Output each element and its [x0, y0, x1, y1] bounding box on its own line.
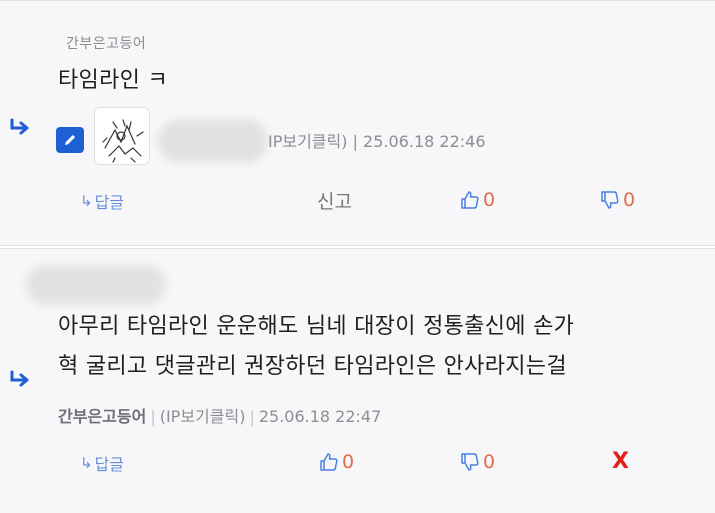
- delete-button[interactable]: X: [612, 449, 629, 474]
- dislike-button[interactable]: 0: [599, 189, 635, 211]
- comment-body-line-1: 아무리 타임라인 운운해도 님네 대장이 정통출신에 손가: [58, 314, 575, 339]
- reply-button[interactable]: ↳ 답글: [80, 189, 124, 213]
- reply-label: 답글: [94, 455, 125, 474]
- comment-date: 25.06.18 22:47: [258, 407, 382, 426]
- like-count: 0: [342, 451, 355, 473]
- replied-to-author[interactable]: 간부은고등어: [66, 33, 146, 53]
- avatar[interactable]: [94, 107, 150, 165]
- redacted-nickname: [158, 119, 268, 163]
- dislike-count: 0: [623, 189, 636, 211]
- comment-body-line-2: 혁 굴리고 댓글관리 권장하던 타임라인은 안사라지는걸: [58, 354, 567, 379]
- redacted-header: [26, 265, 166, 305]
- separator: |: [150, 407, 156, 426]
- dislike-count: 0: [483, 451, 496, 473]
- reply-label: 답글: [94, 193, 125, 212]
- dislike-button[interactable]: 0: [459, 451, 495, 473]
- edit-icon[interactable]: [56, 127, 84, 153]
- comment-body: 아무리 타임라인 운운해도 님네 대장이 정통출신에 손가 혁 굴리고 댓글관리…: [58, 307, 688, 387]
- thumbs-down-icon: [601, 191, 619, 209]
- like-button[interactable]: 0: [318, 451, 354, 473]
- comment-body: 타임라인 ㅋ: [58, 68, 168, 93]
- like-button[interactable]: 0: [459, 189, 495, 211]
- thumbs-up-icon: [461, 191, 479, 209]
- reply-button[interactable]: ↳ 답글: [80, 451, 124, 475]
- reply-small-icon: ↳: [80, 192, 93, 210]
- reply-small-icon: ↳: [80, 454, 93, 472]
- thumbs-up-icon: [320, 453, 338, 471]
- ip-info[interactable]: (IP보기클릭): [160, 407, 246, 426]
- comment-2: 아무리 타임라인 운운해도 님네 대장이 정통출신에 손가 혁 굴리고 댓글관리…: [0, 248, 715, 513]
- report-button[interactable]: 신고: [317, 187, 352, 214]
- reply-arrow-icon: [8, 117, 32, 137]
- comment-meta: IP보기클릭) | 25.06.18 22:46: [268, 132, 486, 151]
- separator: |: [249, 407, 255, 426]
- thumbs-down-icon: [461, 453, 479, 471]
- comment-1: 간부은고등어 타임라인 ㅋ IP보기클릭) | 25.06.18 22:46 ↳…: [0, 0, 715, 246]
- author-nickname[interactable]: 간부은고등어: [58, 407, 146, 426]
- comment-meta: 간부은고등어 | (IP보기클릭) | 25.06.18 22:47: [58, 403, 381, 427]
- like-count: 0: [483, 189, 496, 211]
- reply-arrow-icon: [8, 369, 32, 389]
